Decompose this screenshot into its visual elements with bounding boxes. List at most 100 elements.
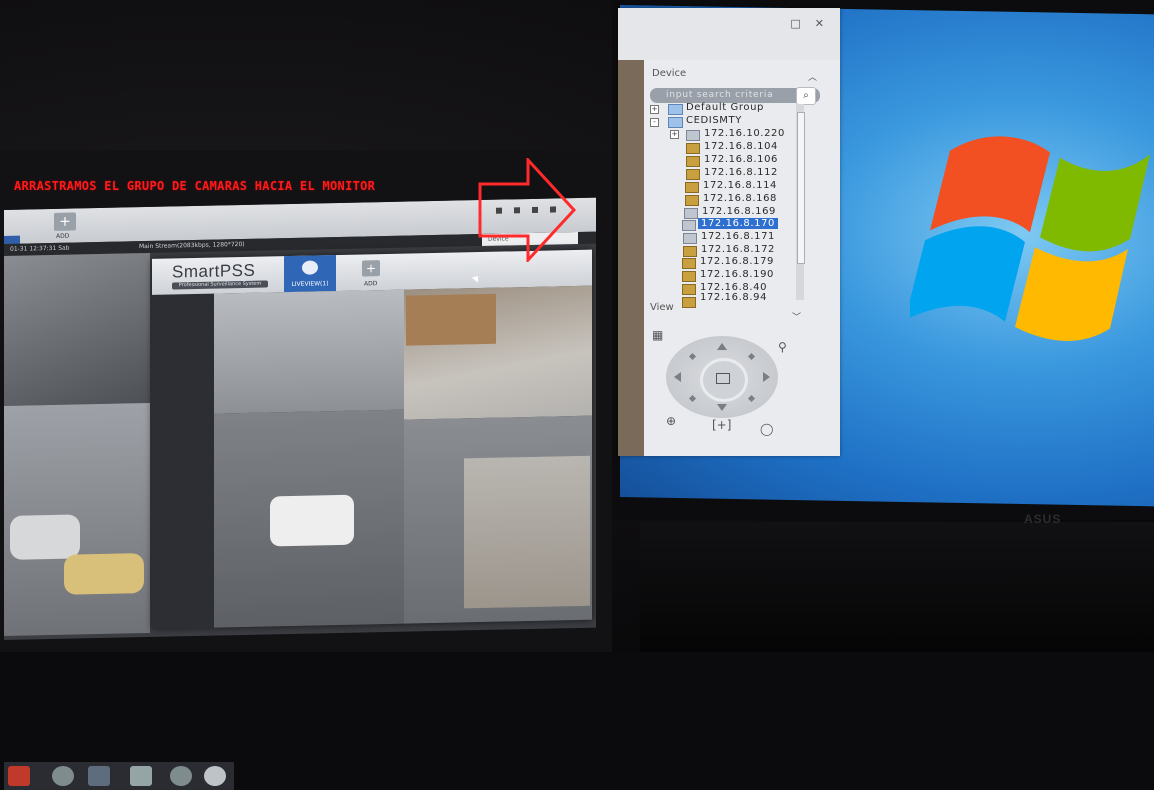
panel-window-controls: □ ✕ [790, 17, 824, 30]
camera-feed[interactable] [214, 409, 404, 628]
camera-icon [684, 208, 698, 219]
tree-node-camera[interactable]: 172.16.8.114 [703, 180, 777, 191]
smartpss-add-button[interactable]: + [362, 260, 380, 277]
ptz-direction-pad[interactable] [666, 336, 778, 418]
cardboard-boxes [406, 293, 496, 346]
asus-logo: ASUS [1024, 512, 1062, 526]
mouse-cursor-icon [471, 273, 482, 283]
smartpss-add-label: ADD [364, 280, 378, 288]
camera-icon [686, 156, 700, 167]
tree-node-camera[interactable]: 172.16.8.171 [701, 231, 775, 242]
camera-icon [682, 271, 696, 282]
camera-feed[interactable] [4, 252, 150, 406]
windows-logo [910, 136, 1150, 341]
tree-node-camera[interactable]: 172.16.8.104 [704, 141, 778, 152]
background-window-strip [618, 60, 644, 456]
maximize-icon[interactable]: □ [790, 17, 800, 30]
camera-feed[interactable] [4, 402, 150, 636]
camera-icon [682, 220, 696, 231]
iris-icon[interactable]: ◯ [760, 422, 773, 436]
parked-car [64, 553, 144, 595]
ptz-up-right-icon[interactable] [747, 352, 756, 361]
camera-icon [686, 169, 700, 180]
tab-liveview[interactable]: LIVEVIEW(1) [284, 255, 336, 293]
warehouse-shelves [464, 455, 590, 609]
tree-node-cedismty[interactable]: CEDISMTY [686, 115, 742, 126]
camera-feed[interactable] [404, 285, 592, 420]
ptz-center-button[interactable] [700, 358, 748, 402]
layout-icon[interactable]: ▦ [652, 328, 663, 342]
camera-feed[interactable] [214, 289, 404, 414]
expand-icon[interactable]: + [650, 105, 659, 114]
camera-feed[interactable] [404, 415, 592, 624]
camera-icon [682, 284, 696, 295]
smartpss-window: SmartPSS Professional Surveillance Syste… [152, 249, 592, 629]
tree-node-camera[interactable]: 172.16.8.112 [704, 167, 778, 178]
expand-icon[interactable]: + [670, 130, 679, 139]
ptz-down-icon[interactable] [717, 404, 727, 411]
view-section-title: View [650, 302, 674, 313]
tree-node-camera[interactable]: 172.16.8.172 [701, 244, 775, 255]
tree-node-camera[interactable]: 172.16.8.94 [700, 292, 767, 303]
camera-icon [302, 260, 318, 275]
red-arrow-icon [478, 158, 577, 262]
pin-icon[interactable]: ⚲ [778, 340, 787, 354]
smartpss-logo: SmartPSS [172, 260, 256, 282]
left-monitor-screen: + ADD 01-31 12:37:31 Sab Main Stream(208… [4, 197, 596, 640]
taskbar-app-icon[interactable] [204, 766, 226, 786]
focus-icon[interactable]: [+] [712, 418, 731, 432]
tree-node-camera[interactable]: 172.16.8.190 [700, 269, 774, 280]
camera-icon [682, 258, 696, 269]
left-taskbar [4, 762, 234, 790]
folder-icon [668, 117, 683, 128]
tree-node-device[interactable]: 172.16.10.220 [704, 128, 785, 139]
camera-icon [685, 182, 699, 193]
tree-node-camera[interactable]: 172.16.8.179 [700, 256, 774, 267]
scrollbar-thumb[interactable] [797, 112, 805, 264]
outer-add-label: ADD [56, 232, 70, 240]
tree-node-camera[interactable]: 172.16.8.168 [703, 193, 777, 204]
camera-icon [683, 233, 697, 244]
white-van [270, 494, 354, 547]
device-section-title: Device [652, 68, 687, 79]
taskbar-app-icon[interactable] [170, 766, 192, 786]
tree-node-camera-selected[interactable]: 172.16.8.170 [698, 218, 778, 229]
taskbar-app-icon[interactable] [8, 766, 30, 786]
ptz-left-icon[interactable] [674, 372, 681, 382]
zoom-in-icon[interactable]: ⊕ [666, 414, 676, 428]
search-icon[interactable]: ⌕ [796, 87, 816, 105]
folder-icon [668, 104, 683, 115]
close-icon[interactable]: ✕ [815, 17, 824, 30]
chevron-down-icon[interactable]: ﹀ [792, 310, 801, 323]
taskbar-app-icon[interactable] [52, 766, 74, 786]
outer-add-button[interactable]: + [54, 212, 76, 231]
ptz-up-left-icon[interactable] [688, 352, 697, 361]
monitor-icon [716, 373, 730, 384]
device-search-input[interactable]: input search criteria [650, 88, 820, 103]
smartpss-tagline: Professional Surveillance System [172, 280, 268, 290]
taskbar-app-icon[interactable] [130, 766, 152, 786]
camera-icon [685, 195, 699, 206]
ptz-right-icon[interactable] [763, 372, 770, 382]
nvr-icon [686, 130, 700, 141]
device-tree-scrollbar[interactable] [796, 104, 805, 300]
panel-titlebar: □ ✕ [618, 8, 840, 60]
search-placeholder: input search criteria [666, 90, 774, 100]
taskbar-app-icon[interactable] [88, 766, 110, 786]
ptz-down-left-icon[interactable] [688, 394, 697, 403]
tab-liveview-label: LIVEVIEW(1) [291, 280, 329, 288]
chevron-up-icon[interactable]: ︿ [808, 70, 817, 83]
tree-node-camera[interactable]: 172.16.8.106 [704, 154, 778, 165]
ptz-up-icon[interactable] [717, 343, 727, 350]
tree-node-default-group[interactable]: Default Group [686, 102, 764, 113]
camera-icon [682, 297, 696, 308]
camera-icon [683, 246, 697, 257]
annotation-caption: ARRASTRAMOS EL GRUPO DE CAMARAS HACIA EL… [14, 179, 376, 193]
ptz-down-right-icon[interactable] [747, 394, 756, 403]
tree-node-camera[interactable]: 172.16.8.169 [702, 206, 776, 217]
camera-icon [686, 143, 700, 154]
stream-info: Main Stream(2083kbps, 1280*720) [139, 240, 245, 251]
collapse-icon[interactable]: - [650, 118, 659, 127]
monitor-bezel-bottom [640, 522, 1154, 652]
parked-car [10, 514, 80, 560]
